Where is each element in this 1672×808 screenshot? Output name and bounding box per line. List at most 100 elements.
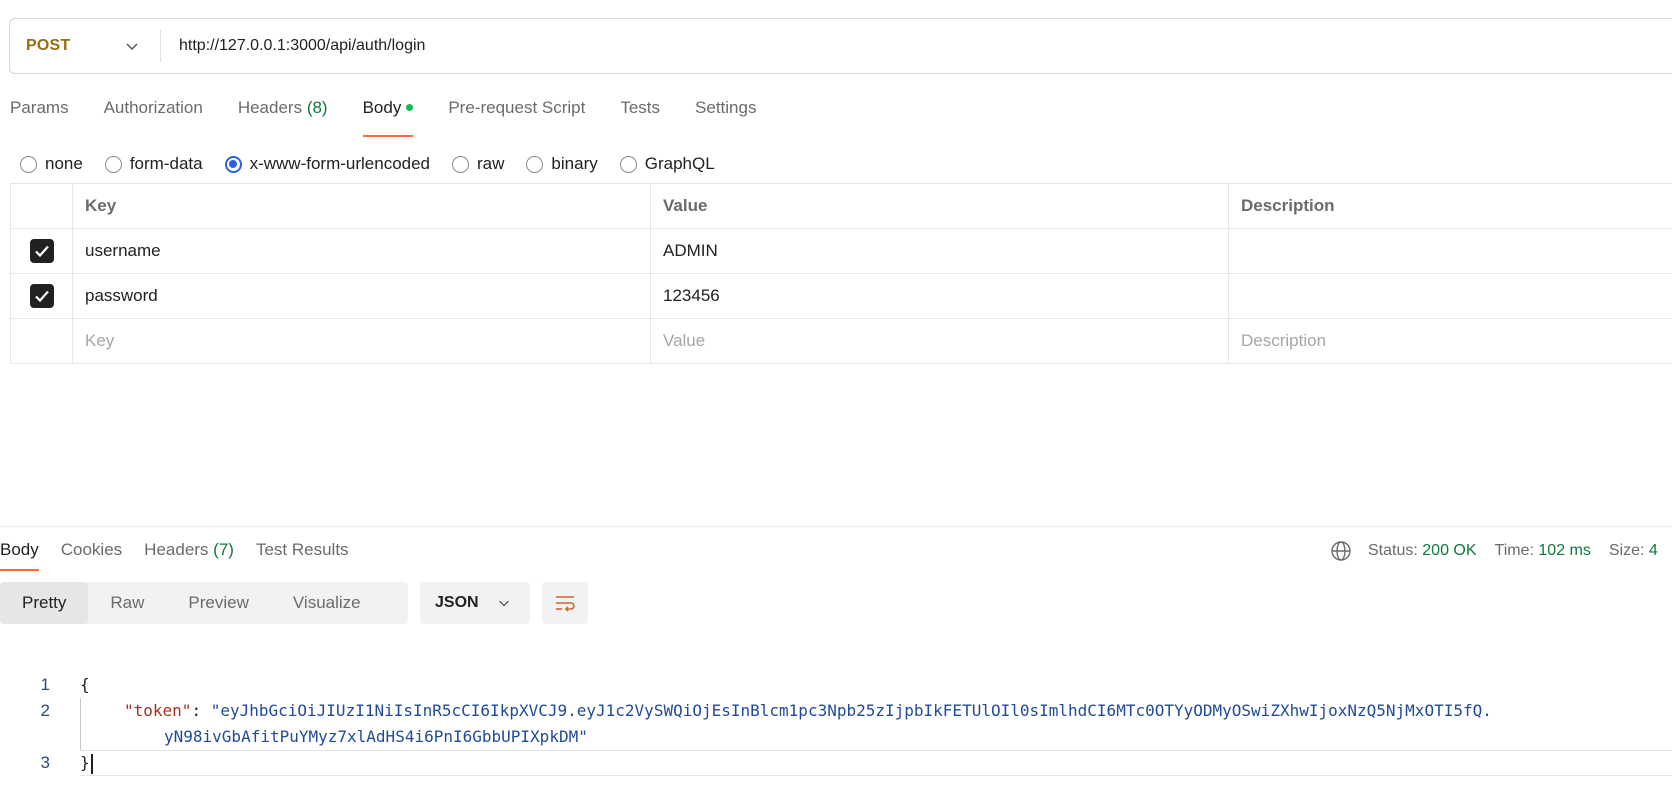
tab-body[interactable]: Body bbox=[362, 98, 414, 138]
active-line-highlight bbox=[80, 750, 1672, 776]
view-raw-button[interactable]: Raw bbox=[88, 582, 166, 624]
row-checkbox[interactable] bbox=[29, 239, 54, 263]
method-label: POST bbox=[26, 37, 71, 54]
tab-params[interactable]: Params bbox=[10, 98, 69, 138]
status-label: Status: bbox=[1368, 542, 1418, 559]
method-select[interactable]: POST bbox=[10, 19, 160, 73]
radio-raw-label: raw bbox=[477, 154, 505, 173]
table-row: username ADMIN bbox=[10, 228, 1672, 274]
table-header-row: Key Value Description bbox=[10, 183, 1672, 229]
radio-circle-icon bbox=[452, 155, 470, 173]
view-visualize-button[interactable]: Visualize bbox=[271, 582, 383, 624]
code-open-brace: { bbox=[80, 675, 90, 694]
text-caret bbox=[90, 753, 93, 774]
response-tab-body[interactable]: Body bbox=[0, 540, 39, 572]
code-close-brace-line: } bbox=[80, 750, 93, 776]
value-column-header: Value bbox=[650, 183, 1229, 229]
row-checkbox-cell bbox=[10, 273, 73, 319]
json-key: "token" bbox=[124, 701, 192, 720]
globe-icon[interactable] bbox=[1330, 540, 1352, 562]
chevron-down-icon bbox=[126, 43, 138, 51]
radio-form-data-label: form-data bbox=[129, 154, 203, 173]
params-table: Key Value Description username ADMIN pas… bbox=[10, 183, 1672, 364]
json-colon: : bbox=[191, 701, 211, 720]
code-token-line: "token": "eyJhbGciOiJIUzI1NiIsInR5cCI6Ik… bbox=[124, 698, 1492, 724]
radio-circle-icon bbox=[526, 155, 544, 173]
tab-headers[interactable]: Headers (8) bbox=[238, 98, 328, 138]
line-number: 2 bbox=[40, 701, 50, 720]
radio-graphql-label: GraphQL bbox=[644, 154, 715, 173]
response-tab-test-results-label: Test Results bbox=[255, 540, 349, 559]
chevron-down-icon bbox=[498, 600, 509, 607]
tab-authorization-label: Authorization bbox=[103, 98, 203, 117]
line-number: 1 bbox=[40, 675, 50, 694]
table-row: password 123456 bbox=[10, 273, 1672, 319]
radio-selected-icon bbox=[224, 155, 242, 173]
tab-settings-label: Settings bbox=[695, 98, 757, 117]
description-cell[interactable] bbox=[1228, 228, 1672, 274]
response-tab-cookies[interactable]: Cookies bbox=[61, 540, 122, 572]
radio-form-data[interactable]: form-data bbox=[104, 154, 203, 174]
json-string-value: "eyJhbGciOiJIUzI1NiIsInR5cCI6IkpXVCJ9.ey… bbox=[210, 701, 1492, 720]
code-close-brace: } bbox=[80, 753, 90, 772]
time-label: Time: bbox=[1494, 542, 1534, 559]
empty-checkbox-cell bbox=[10, 318, 73, 364]
value-cell[interactable]: ADMIN bbox=[650, 228, 1229, 274]
row-checkbox[interactable] bbox=[29, 284, 54, 308]
description-placeholder-cell[interactable]: Description bbox=[1228, 318, 1672, 364]
response-status-bar: Status: 200 OK Time: 102 ms Size: 4 bbox=[1330, 540, 1658, 562]
indent-guide bbox=[80, 698, 88, 750]
modified-dot-icon bbox=[406, 103, 414, 111]
size-value[interactable]: 4 bbox=[1649, 542, 1658, 560]
radio-circle-icon bbox=[104, 155, 122, 173]
key-cell[interactable]: username bbox=[72, 228, 651, 274]
tab-prerequest-script[interactable]: Pre-request Script bbox=[448, 98, 585, 138]
description-column-header: Description bbox=[1228, 183, 1672, 229]
radio-binary-label: binary bbox=[551, 154, 598, 173]
value-cell[interactable]: 123456 bbox=[650, 273, 1229, 319]
tab-params-label: Params bbox=[10, 98, 69, 117]
tab-authorization[interactable]: Authorization bbox=[104, 98, 203, 138]
key-cell[interactable]: password bbox=[72, 273, 651, 319]
request-tabs: Params Authorization Headers (8) Body Pr… bbox=[10, 98, 791, 138]
view-preview-button[interactable]: Preview bbox=[166, 582, 270, 624]
code-line: 1 { bbox=[0, 672, 1672, 698]
radio-none[interactable]: none bbox=[20, 154, 83, 174]
tab-headers-label: Headers bbox=[237, 98, 303, 117]
tab-settings[interactable]: Settings bbox=[695, 98, 756, 138]
response-tab-test-results[interactable]: Test Results bbox=[256, 540, 349, 572]
checkmark-icon bbox=[34, 290, 49, 303]
wrap-lines-button[interactable] bbox=[542, 582, 588, 624]
tab-prerequest-label: Pre-request Script bbox=[448, 98, 586, 117]
size-label: Size: bbox=[1608, 542, 1645, 559]
key-placeholder-cell[interactable]: Key bbox=[72, 318, 651, 364]
response-format-select[interactable]: JSON bbox=[420, 582, 530, 624]
response-code-viewer[interactable]: 1 { 2 "token": "eyJhbGciOiJIUzI1NiIsInR5… bbox=[0, 672, 1672, 776]
radio-circle-icon bbox=[20, 155, 37, 173]
checkbox-column-header bbox=[10, 183, 73, 229]
response-tab-cookies-label: Cookies bbox=[60, 540, 123, 559]
radio-raw[interactable]: raw bbox=[452, 154, 504, 174]
row-checkbox-cell bbox=[10, 228, 73, 274]
tab-body-label: Body bbox=[362, 98, 402, 117]
view-pretty-button[interactable]: Pretty bbox=[0, 582, 89, 624]
radio-binary[interactable]: binary bbox=[526, 154, 598, 174]
tab-tests[interactable]: Tests bbox=[620, 98, 660, 138]
body-type-radio-group: none form-data x-www-form-urlencoded raw… bbox=[20, 154, 737, 174]
radio-none-label: none bbox=[45, 154, 83, 173]
description-cell[interactable] bbox=[1228, 273, 1672, 319]
radio-graphql[interactable]: GraphQL bbox=[619, 154, 715, 174]
response-divider[interactable] bbox=[0, 526, 1672, 527]
value-placeholder-cell[interactable]: Value bbox=[650, 318, 1229, 364]
status-value[interactable]: 200 OK bbox=[1422, 542, 1476, 560]
key-column-header: Key bbox=[72, 183, 651, 229]
radio-urlencoded-label: x-www-form-urlencoded bbox=[249, 154, 431, 173]
code-line: 3 } bbox=[0, 750, 1672, 776]
url-input[interactable]: http://127.0.0.1:3000/api/auth/login bbox=[161, 37, 425, 55]
response-tab-headers[interactable]: Headers (7) bbox=[144, 540, 234, 572]
response-format-label: JSON bbox=[435, 594, 479, 611]
table-row-placeholder: Key Value Description bbox=[10, 318, 1672, 364]
tab-tests-label: Tests bbox=[620, 98, 661, 117]
time-value[interactable]: 102 ms bbox=[1538, 542, 1590, 560]
radio-urlencoded[interactable]: x-www-form-urlencoded bbox=[224, 154, 431, 174]
